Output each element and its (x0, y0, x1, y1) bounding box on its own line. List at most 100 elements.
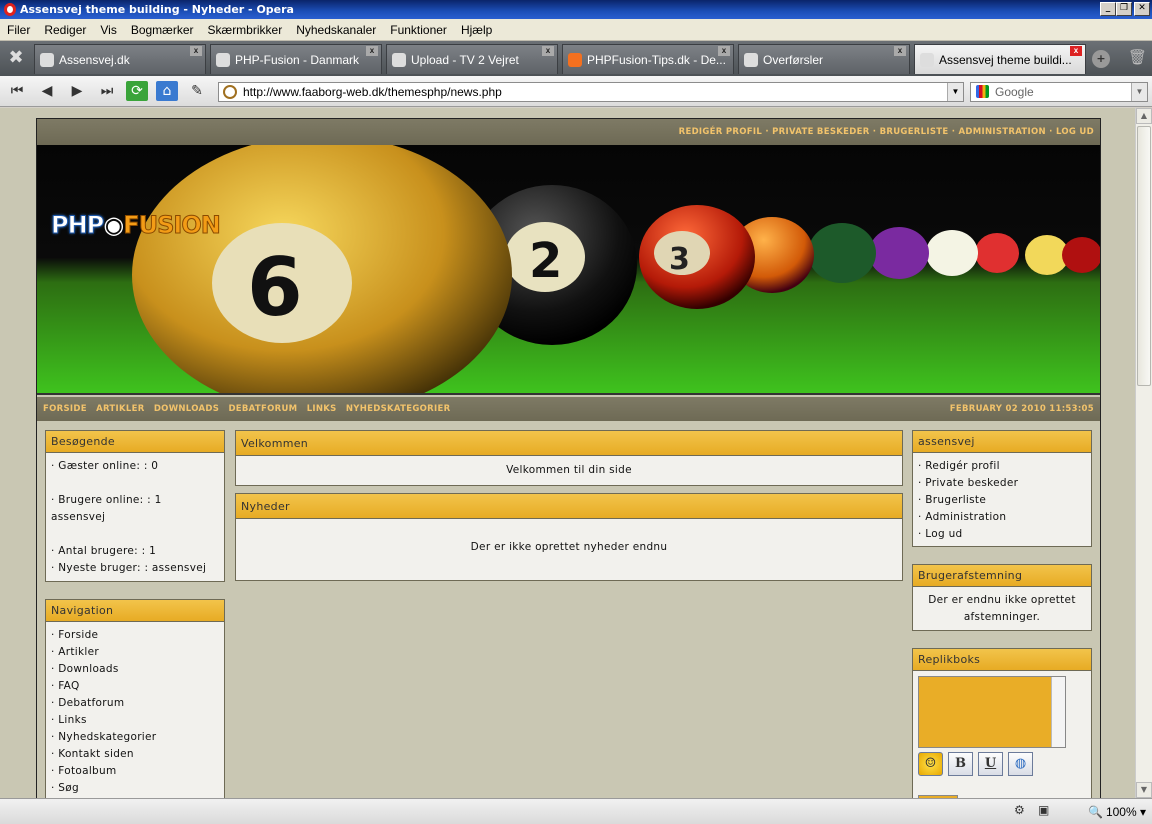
textarea-scrollbar[interactable] (1051, 677, 1065, 747)
nav-nyhedskategorier[interactable]: NYHEDSKATEGORIER (346, 404, 451, 414)
sidebar-item-sog[interactable]: · Søg (51, 780, 219, 797)
minimize-button[interactable]: _ (1100, 2, 1116, 16)
guests-online: · Gæster online: : 0 (51, 460, 159, 472)
tab-upload[interactable]: Upload - TV 2 Vejret x (386, 44, 558, 74)
link-globe-icon[interactable]: ◍ (1008, 752, 1033, 776)
tools-icon[interactable]: ✖ (4, 47, 28, 69)
sidebar-item-faq[interactable]: · FAQ (51, 678, 219, 695)
poll-text-line1: Der er endnu ikke oprettet (928, 594, 1076, 606)
menu-nyhedskanaler[interactable]: Nyhedskanaler (289, 19, 383, 41)
tab-php-fusion[interactable]: PHP-Fusion - Danmark x (210, 44, 382, 74)
panel-user: assensvej · Redigér profil · Private bes… (912, 430, 1092, 547)
menu-bogmaerker[interactable]: Bogmærker (124, 19, 201, 41)
menu-filer[interactable]: Filer (0, 19, 37, 41)
search-field[interactable]: Google ▼ (970, 82, 1148, 102)
svg-text:6: 6 (247, 241, 303, 334)
nav-debatforum[interactable]: DEBATFORUM (228, 404, 297, 414)
window-titlebar: Assensvej theme building - Nyheder - Ope… (0, 0, 1152, 19)
address-dropdown-icon[interactable]: ▼ (947, 83, 963, 101)
shoutbox-textarea[interactable] (918, 676, 1066, 748)
new-tab-icon[interactable]: + (1092, 50, 1110, 68)
camera-icon[interactable]: ▣ (1038, 803, 1054, 819)
status-bar: ⚙ ▣ 🔍 100% ▾ (0, 798, 1152, 824)
close-tab-icon[interactable]: x (366, 46, 378, 56)
home-icon[interactable]: ⌂ (156, 81, 178, 101)
tab-overforsler[interactable]: Overførsler x (738, 44, 910, 74)
site-user-links[interactable]: REDIGÉR PROFIL · PRIVATE BESKEDER · BRUG… (37, 119, 1100, 145)
user-link-logud[interactable]: · Log ud (918, 526, 1086, 543)
edit-icon[interactable]: ✎ (186, 81, 208, 101)
nav-downloads[interactable]: DOWNLOADS (154, 404, 219, 414)
menu-rediger[interactable]: Rediger (37, 19, 93, 41)
close-tab-icon[interactable]: x (894, 46, 906, 56)
sidebar-item-downloads[interactable]: · Downloads (51, 661, 219, 678)
scroll-down-icon[interactable]: ▼ (1136, 782, 1152, 798)
network-icon[interactable]: ⚙ (1014, 803, 1030, 819)
tab-label: PHPFusion-Tips.dk - De... (587, 53, 726, 67)
forward-icon[interactable]: ▶ (66, 81, 88, 101)
zoom-level: 100% (1105, 805, 1137, 819)
menu-skaermbrikker[interactable]: Skærmbrikker (201, 19, 290, 41)
skull-icon (40, 53, 54, 67)
zoom-control[interactable]: 🔍 100% ▾ (1088, 803, 1146, 821)
close-tab-icon[interactable]: x (190, 46, 202, 56)
sidebar-item-debatforum[interactable]: · Debatforum (51, 695, 219, 712)
panel-title: Velkommen (236, 431, 902, 456)
user-link-administration[interactable]: · Administration (918, 509, 1086, 526)
window-title: Assensvej theme building - Nyheder - Ope… (20, 3, 294, 16)
sidebar-item-nyhedskategorier[interactable]: · Nyhedskategorier (51, 729, 219, 746)
reload-icon[interactable]: ⟳ (126, 81, 148, 101)
php-fusion-icon (216, 53, 230, 67)
opera-logo-icon (4, 3, 16, 16)
rewind-icon[interactable]: ⏮ (6, 81, 28, 101)
sidebar-item-artikler[interactable]: · Artikler (51, 644, 219, 661)
back-icon[interactable]: ◀ (36, 81, 58, 101)
scroll-thumb[interactable] (1137, 126, 1151, 386)
panel-navigation: Navigation · Forside · Artikler · Downlo… (45, 599, 225, 798)
smiley-icon[interactable]: ☺ (918, 752, 943, 776)
underline-button[interactable]: U (978, 752, 1003, 776)
newest-user[interactable]: · Nyeste bruger: : assensvej (51, 560, 219, 577)
close-tab-icon[interactable]: x (542, 46, 554, 56)
nav-forside[interactable]: FORSIDE (43, 404, 87, 414)
close-button[interactable]: ✕ (1134, 2, 1150, 16)
bold-button[interactable]: B (948, 752, 973, 776)
poll-text-line2: afstemninger. (963, 611, 1041, 623)
sidebar-item-kontakt[interactable]: · Kontakt siden (51, 746, 219, 763)
user-link-profil[interactable]: · Redigér profil (918, 458, 1086, 475)
maximize-button[interactable]: ❐ (1116, 2, 1132, 16)
trash-icon[interactable]: 🗑 (1128, 48, 1147, 68)
close-tab-icon[interactable]: x (718, 46, 730, 56)
sidebar-item-fotoalbum[interactable]: · Fotoalbum (51, 763, 219, 780)
sidebar-item-links[interactable]: · Links (51, 712, 219, 729)
menu-hjaelp[interactable]: Hjælp (454, 19, 499, 41)
site-container: REDIGÉR PROFIL · PRIVATE BESKEDER · BRUG… (36, 118, 1101, 798)
fast-forward-icon[interactable]: ⏭ (96, 81, 118, 101)
users-online: · Brugere online: : 1 (51, 494, 162, 506)
vertical-scrollbar[interactable]: ▲ ▼ (1135, 108, 1152, 798)
menu-funktioner[interactable]: Funktioner (383, 19, 454, 41)
sidebar-item-forside[interactable]: · Forside (51, 627, 219, 644)
tab-assensvej[interactable]: Assensvej.dk x (34, 44, 206, 74)
close-tab-icon[interactable]: x (1070, 46, 1082, 56)
user-link-beskeder[interactable]: · Private beskeder (918, 475, 1086, 492)
online-user-link[interactable]: assensvej (51, 509, 219, 526)
panel-nyheder: Nyheder Der er ikke oprettet nyheder end… (235, 493, 903, 581)
p-icon (568, 53, 582, 67)
address-field[interactable]: http://www.faaborg-web.dk/themesphp/news… (218, 82, 964, 102)
logo-fusion-text: FUSION (123, 211, 222, 240)
panel-velkommen: Velkommen Velkommen til din side (235, 430, 903, 486)
menu-vis[interactable]: Vis (93, 19, 123, 41)
tab-phpfusion-tips[interactable]: PHPFusion-Tips.dk - De... x (562, 44, 734, 74)
tab-label: Overførsler (763, 53, 823, 67)
tab-label: Assensvej.dk (59, 53, 130, 67)
tab-assensvej-theme[interactable]: Assensvej theme buildi... x (914, 44, 1086, 74)
site-date: FEBRUARY 02 2010 11:53:05 (949, 404, 1094, 414)
nav-artikler[interactable]: ARTIKLER (96, 404, 144, 414)
search-dropdown-icon[interactable]: ▼ (1131, 83, 1147, 101)
scroll-up-icon[interactable]: ▲ (1136, 108, 1152, 124)
user-link-brugerliste[interactable]: · Brugerliste (918, 492, 1086, 509)
google-icon (976, 85, 989, 98)
magnifier-icon: 🔍 (1087, 805, 1103, 819)
nav-links[interactable]: LINKS (307, 404, 337, 414)
